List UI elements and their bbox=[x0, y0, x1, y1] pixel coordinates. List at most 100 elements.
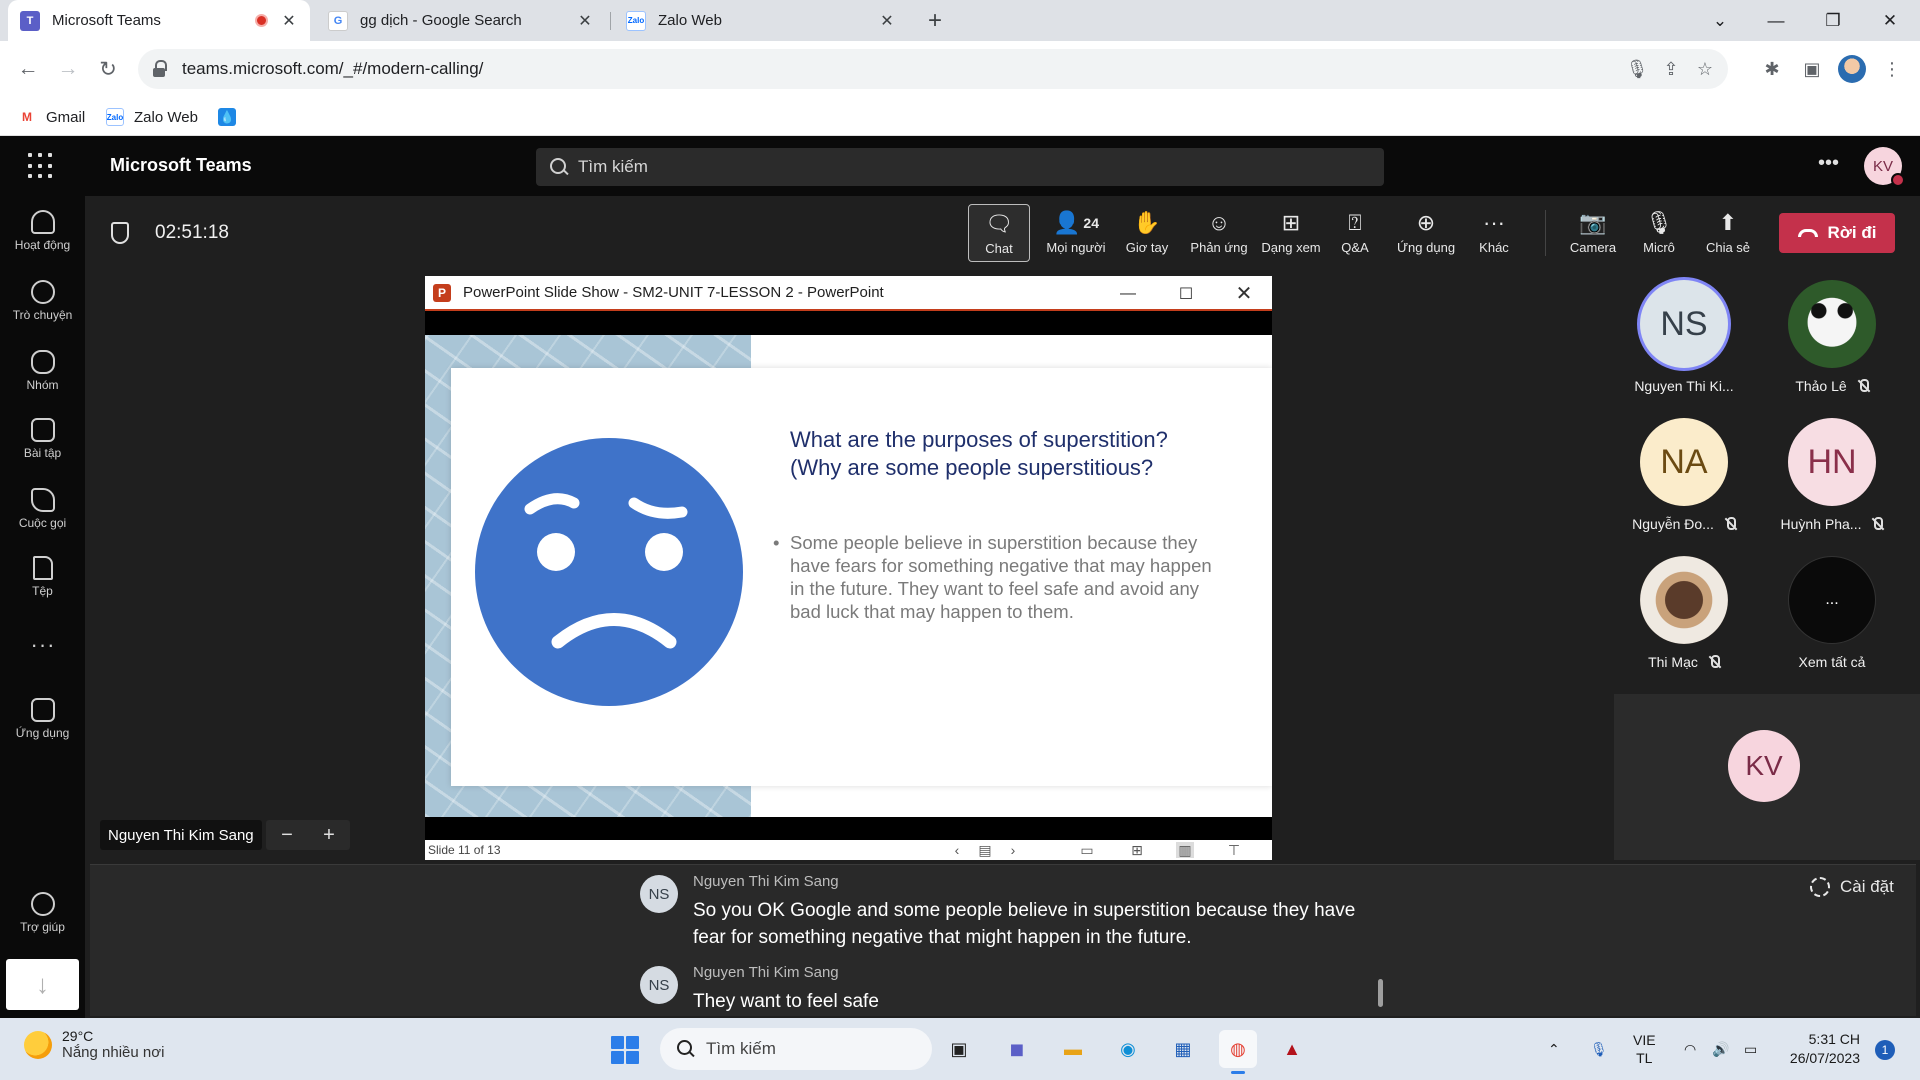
url-text[interactable]: teams.microsoft.com/_#/modern-calling/ bbox=[182, 59, 1620, 79]
ppt-close-button[interactable]: ✕ bbox=[1215, 276, 1273, 311]
more-icon: ··· bbox=[30, 632, 56, 657]
show-hidden-icons[interactable]: ⌃ bbox=[1548, 1018, 1560, 1080]
chrome-menu-icon[interactable]: ⋮ bbox=[1878, 55, 1906, 83]
taskbar-search-label: Tìm kiếm bbox=[706, 1039, 776, 1058]
normal-view-icon[interactable]: ▭ bbox=[1078, 842, 1096, 858]
bookmark-drop[interactable]: 💧 bbox=[218, 98, 246, 136]
slide-sorter-icon[interactable]: ⊞ bbox=[1128, 842, 1146, 858]
camera-button[interactable]: 📷 Camera bbox=[1562, 204, 1624, 262]
volume-icon[interactable]: 🔊 bbox=[1712, 1018, 1729, 1080]
raise-hand-button[interactable]: ✋ Giơ tay bbox=[1116, 204, 1178, 262]
maximize-button[interactable]: ❐ bbox=[1805, 0, 1861, 41]
edge-icon[interactable]: ◉ bbox=[1109, 1030, 1147, 1068]
microsoft-store-icon[interactable]: ▦ bbox=[1164, 1030, 1202, 1068]
weather-widget[interactable]: 29°C Nắng nhiều nơi bbox=[24, 1028, 164, 1061]
battery-icon[interactable]: ▭ bbox=[1744, 1018, 1757, 1080]
see-all-label: Xem tất cả bbox=[1798, 654, 1866, 670]
tab-zalo-web[interactable]: Zalo Zalo Web ✕ bbox=[614, 0, 908, 41]
leave-button[interactable]: Rời đi bbox=[1779, 213, 1895, 253]
caption-settings-button[interactable]: Cài đặt bbox=[1810, 877, 1894, 897]
extensions-icon[interactable]: ✱ bbox=[1758, 55, 1786, 83]
slide-menu-icon[interactable]: ▤ bbox=[976, 842, 994, 858]
people-button[interactable]: 👤 24 Mọi người bbox=[1036, 204, 1116, 262]
rail-item-more[interactable]: ··· bbox=[0, 632, 85, 664]
previous-slide-icon[interactable]: ‹ bbox=[948, 842, 966, 858]
search-input[interactable] bbox=[578, 157, 1338, 177]
tab-search-button[interactable]: ⌄ bbox=[1692, 0, 1748, 41]
rail-item-help[interactable]: Trợ giúp bbox=[0, 892, 85, 934]
caption-scrollbar[interactable] bbox=[1378, 979, 1383, 1007]
close-icon[interactable]: ✕ bbox=[576, 12, 594, 30]
qa-button[interactable]: ⍰ Q&A bbox=[1327, 204, 1383, 262]
participant-tile[interactable]: NS Nguyen Thi Ki... bbox=[1614, 280, 1754, 394]
taskbar-search[interactable]: Tìm kiếm bbox=[660, 1028, 932, 1070]
control-label: Camera bbox=[1569, 240, 1617, 255]
reading-view-icon[interactable]: ▥ bbox=[1176, 842, 1194, 858]
participant-tile[interactable]: Thi Mạc bbox=[1614, 556, 1754, 670]
chat-button[interactable]: 🗨 Chat bbox=[968, 204, 1030, 262]
system-clock[interactable]: 5:31 CH 26/07/2023 bbox=[1768, 1030, 1860, 1068]
notification-badge[interactable]: 1 bbox=[1875, 1040, 1895, 1060]
rail-item-activity[interactable]: Hoạt động bbox=[0, 210, 85, 252]
download-icon[interactable]: ↓ bbox=[6, 959, 79, 1010]
close-icon[interactable]: ✕ bbox=[280, 12, 298, 30]
next-slide-icon[interactable]: › bbox=[1004, 842, 1022, 858]
reactions-button[interactable]: ☺ Phản ứng bbox=[1183, 204, 1255, 262]
rail-item-files[interactable]: Tệp bbox=[0, 556, 85, 598]
participant-tile[interactable]: NA Nguyễn Đo... bbox=[1614, 418, 1754, 532]
view-button[interactable]: ⊞ Dạng xem bbox=[1255, 204, 1327, 262]
wifi-icon[interactable]: ◠ bbox=[1684, 1018, 1696, 1080]
close-icon[interactable]: ✕ bbox=[878, 12, 896, 30]
ppt-maximize-button[interactable]: ☐ bbox=[1157, 276, 1215, 311]
recording-icon bbox=[255, 14, 268, 27]
rail-item-apps[interactable]: Ứng dụng bbox=[0, 698, 85, 740]
input-language[interactable]: VIE TL bbox=[1633, 1018, 1656, 1080]
forward-button[interactable]: → bbox=[54, 55, 82, 83]
lock-icon[interactable] bbox=[152, 60, 167, 78]
pinned-app-icon[interactable]: ▲ bbox=[1273, 1030, 1311, 1068]
tab-google-search[interactable]: G gg dịch - Google Search ✕ bbox=[316, 0, 606, 41]
task-view-icon[interactable]: ▣ bbox=[940, 1030, 978, 1068]
hang-up-icon bbox=[1797, 229, 1818, 237]
participant-tile[interactable]: HN Huỳnh Pha... bbox=[1762, 418, 1902, 532]
rail-item-chat[interactable]: Trò chuyện bbox=[0, 280, 85, 322]
user-avatar[interactable]: KV bbox=[1864, 147, 1905, 187]
rail-item-calls[interactable]: Cuộc gọi bbox=[0, 488, 85, 530]
participant-tile[interactable]: Thảo Lê bbox=[1762, 280, 1902, 394]
microphone-icon[interactable]: 🎙 bbox=[1620, 52, 1654, 86]
new-tab-button[interactable]: + bbox=[920, 6, 950, 36]
mic-button[interactable]: 🎙 Micrô bbox=[1631, 204, 1687, 262]
share-icon[interactable]: ⇪ bbox=[1654, 52, 1688, 86]
close-window-button[interactable]: ✕ bbox=[1862, 0, 1918, 41]
minimize-button[interactable]: — bbox=[1748, 0, 1804, 41]
side-panel-icon[interactable]: ▣ bbox=[1798, 55, 1826, 83]
tab-microsoft-teams[interactable]: T Microsoft Teams ✕ bbox=[8, 0, 310, 41]
participant-name: Nguyen Thi Ki... bbox=[1634, 378, 1734, 394]
bookmark-gmail[interactable]: M Gmail bbox=[18, 98, 85, 136]
zoom-in-button[interactable]: + bbox=[323, 824, 335, 847]
slideshow-view-icon[interactable]: ⊤ bbox=[1225, 842, 1243, 858]
back-button[interactable]: ← bbox=[14, 55, 42, 83]
share-button[interactable]: ⬆ Chia sẻ bbox=[1697, 204, 1759, 262]
search-bar[interactable] bbox=[536, 148, 1384, 186]
start-button[interactable] bbox=[611, 1036, 639, 1064]
chrome-icon[interactable]: ◍ bbox=[1219, 1030, 1257, 1074]
zoom-out-button[interactable]: − bbox=[281, 824, 293, 847]
apps-button[interactable]: ⊕ Ứng dụng bbox=[1391, 204, 1461, 262]
app-launcher-icon[interactable] bbox=[28, 153, 54, 179]
rail-item-assignments[interactable]: Bài tập bbox=[0, 418, 85, 460]
weather-temperature: 29°C bbox=[62, 1028, 94, 1044]
bookmark-star-icon[interactable]: ☆ bbox=[1688, 52, 1722, 86]
reload-button[interactable]: ↻ bbox=[94, 55, 122, 83]
microphone-icon[interactable]: 🎙 bbox=[1590, 1018, 1608, 1080]
ppt-minimize-button[interactable]: — bbox=[1099, 276, 1157, 311]
bookmark-zalo[interactable]: Zalo Zalo Web bbox=[106, 98, 198, 136]
address-bar[interactable]: teams.microsoft.com/_#/modern-calling/ 🎙… bbox=[138, 49, 1728, 89]
settings-more-icon[interactable]: ••• bbox=[1818, 152, 1839, 175]
more-button[interactable]: ··· Khác bbox=[1466, 204, 1522, 262]
profile-avatar[interactable] bbox=[1838, 55, 1866, 83]
rail-item-teams[interactable]: Nhóm bbox=[0, 350, 85, 392]
file-explorer-icon[interactable]: ▬ bbox=[1054, 1030, 1092, 1068]
see-all-participants-button[interactable]: ... Xem tất cả bbox=[1762, 556, 1902, 670]
teams-chat-icon[interactable]: ◼ bbox=[998, 1030, 1036, 1068]
